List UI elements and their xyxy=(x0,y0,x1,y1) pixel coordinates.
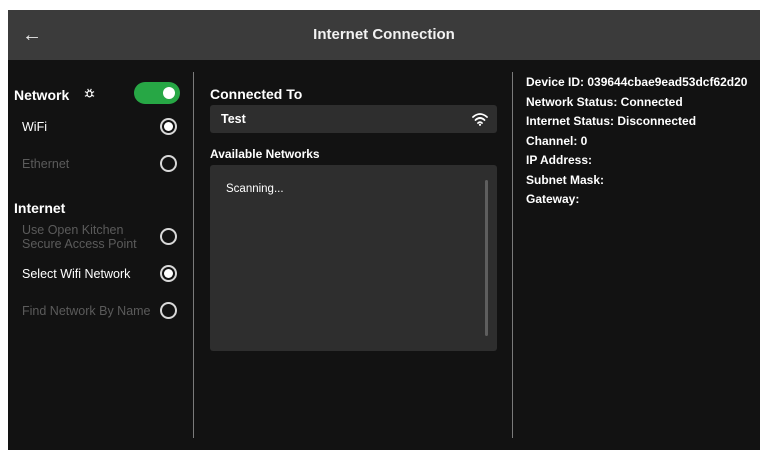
connected-to-heading: Connected To xyxy=(210,86,303,102)
scanning-status: Scanning... xyxy=(226,183,284,195)
find-network-option-label: Find Network By Name xyxy=(22,304,151,318)
open-kitchen-option-label: Use Open Kitchen Secure Access Point xyxy=(22,223,137,251)
network-toggle[interactable] xyxy=(134,82,180,104)
bug-icon xyxy=(84,88,95,98)
select-wifi-option-label: Select Wifi Network xyxy=(22,267,131,281)
wifi-radio[interactable] xyxy=(160,118,177,135)
internet-status: Internet Status: Disconnected xyxy=(526,114,697,128)
device-id: Device ID: 039644cbae9ead53dcf62d20 xyxy=(526,75,748,89)
connected-network-row[interactable]: Test xyxy=(210,105,497,133)
toggle-knob xyxy=(163,87,175,99)
available-networks-list[interactable]: Scanning... xyxy=(210,165,497,351)
gateway: Gateway: xyxy=(526,192,580,206)
open-kitchen-line2: Secure Access Point xyxy=(22,237,137,251)
ethernet-radio[interactable] xyxy=(160,155,177,172)
left-divider xyxy=(193,72,194,438)
open-kitchen-radio[interactable] xyxy=(160,228,177,245)
network-status: Network Status: Connected xyxy=(526,95,683,109)
subnet-mask: Subnet Mask: xyxy=(526,173,605,187)
internet-connection-screen: ← Internet Connection Network WiFi Ether… xyxy=(8,10,760,450)
find-network-radio[interactable] xyxy=(160,302,177,319)
ip-address: IP Address: xyxy=(526,153,593,167)
right-divider xyxy=(512,72,513,438)
networks-scrollbar[interactable] xyxy=(485,180,488,336)
channel: Channel: 0 xyxy=(526,134,588,148)
open-kitchen-line1: Use Open Kitchen xyxy=(22,223,124,237)
page-title: Internet Connection xyxy=(313,26,455,43)
ethernet-option-label: Ethernet xyxy=(22,157,70,171)
wifi-option-label: WiFi xyxy=(22,120,47,134)
network-section-label: Network xyxy=(14,87,70,103)
select-wifi-radio[interactable] xyxy=(160,265,177,282)
wifi-icon xyxy=(472,113,488,126)
internet-section-label: Internet xyxy=(14,200,66,216)
header-bar: ← Internet Connection xyxy=(8,10,760,60)
connected-network-name: Test xyxy=(221,112,246,126)
available-networks-heading: Available Networks xyxy=(210,147,320,161)
